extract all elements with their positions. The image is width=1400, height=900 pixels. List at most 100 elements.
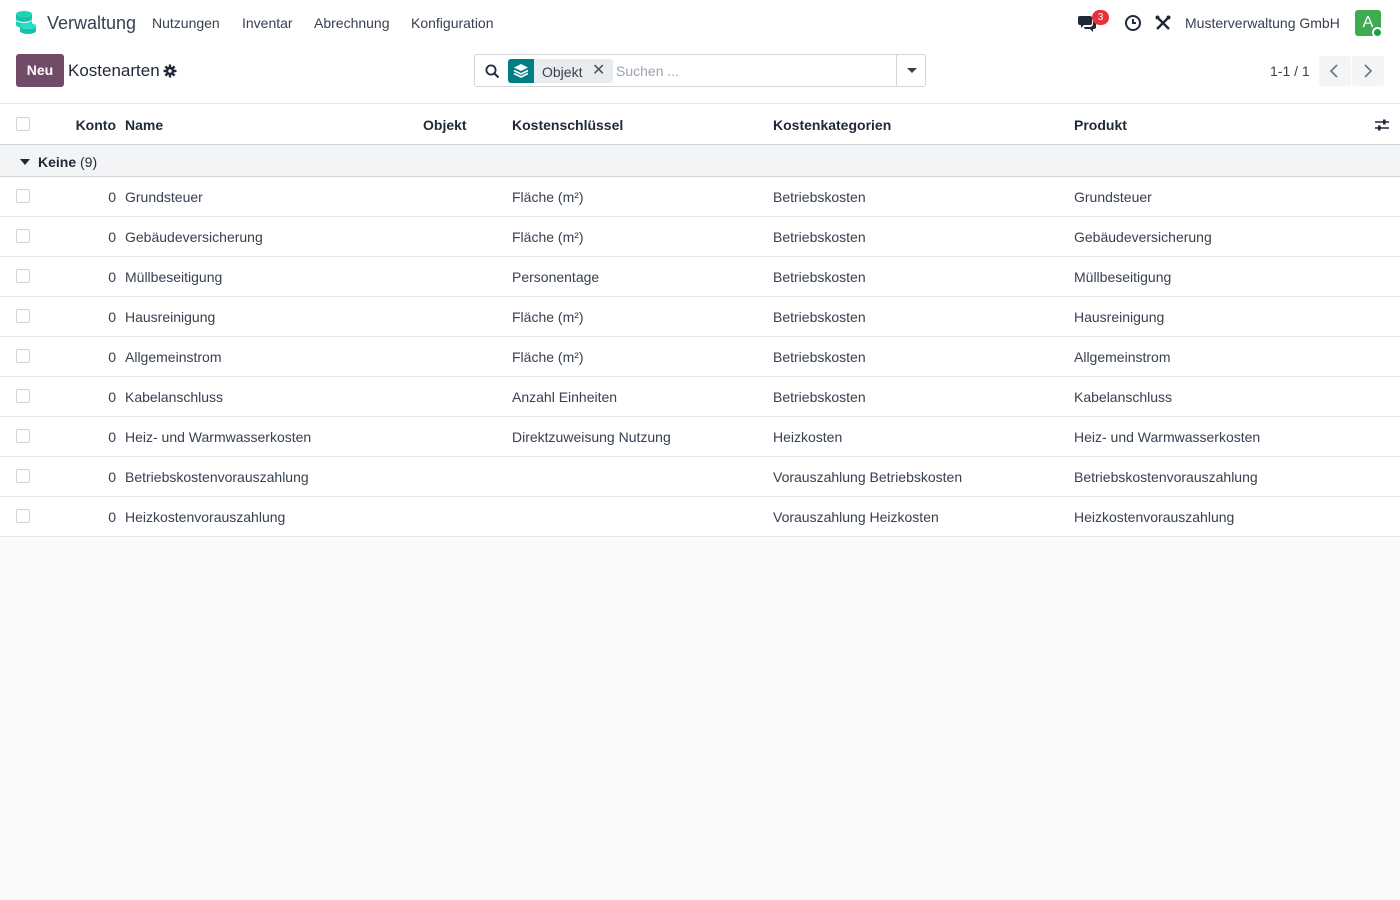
new-button[interactable]: Neu — [16, 54, 64, 87]
cell-produkt: Hausreinigung — [1074, 309, 1165, 325]
cell-name: Hausreinigung — [125, 309, 216, 325]
caret-down-icon — [907, 68, 917, 73]
group-label: Keine (9) — [38, 154, 97, 170]
cell-name: Grundsteuer — [125, 189, 203, 205]
column-header-produkt[interactable]: Produkt — [1074, 117, 1127, 133]
menu-item-inventar[interactable]: Inventar — [242, 15, 293, 31]
search-bar: Objekt ✕ — [474, 54, 926, 87]
group-name: Keine — [38, 154, 77, 170]
cell-kostenschluessel: Fläche (m²) — [512, 309, 584, 325]
cell-konto: 0 — [108, 229, 116, 245]
cell-kostenkategorie: Betriebskosten — [773, 309, 866, 325]
search-facet-objekt: Objekt ✕ — [508, 59, 613, 83]
row-checkbox[interactable] — [16, 469, 30, 483]
cell-konto: 0 — [108, 429, 116, 445]
table-row[interactable]: 0 Kabelanschluss Anzahl Einheiten Betriebsk… — [0, 377, 1400, 417]
row-checkbox[interactable] — [16, 509, 30, 523]
facet-remove-icon[interactable]: ✕ — [592, 63, 606, 79]
table-row[interactable]: 0 Betriebskostenvorauszahlung Vorauszahlun… — [0, 457, 1400, 497]
cell-kostenkategorie: Vorauszahlung Heizkosten — [773, 509, 939, 525]
chevron-right-icon — [1364, 64, 1373, 78]
table-row[interactable]: 0 Gebäudeversicherung Fläche (m²) Betriebsk… — [0, 217, 1400, 257]
tools-icon[interactable] — [1154, 14, 1172, 32]
row-checkbox[interactable] — [16, 229, 30, 243]
table-row[interactable]: 0 Müllbeseitigung Personentage Betriebskost… — [0, 257, 1400, 297]
row-checkbox[interactable] — [16, 309, 30, 323]
page-title: Kostenarten — [68, 61, 160, 80]
search-input[interactable] — [616, 60, 886, 82]
row-checkbox[interactable] — [16, 429, 30, 443]
column-header-kostenschluessel[interactable]: Kostenschlüssel — [512, 117, 623, 133]
pager-value[interactable]: 1-1 / 1 — [1270, 63, 1310, 79]
cell-name: Allgemeinstrom — [125, 349, 222, 365]
search-icon[interactable] — [485, 64, 500, 79]
cell-name: Heizkostenvorauszahlung — [125, 509, 286, 525]
chevron-left-icon — [1329, 64, 1338, 78]
app-name[interactable]: Verwaltung — [47, 13, 136, 34]
cell-name: Kabelanschluss — [125, 389, 224, 405]
layers-icon — [513, 64, 529, 78]
search-options-toggle[interactable] — [896, 55, 926, 86]
cell-kostenkategorie: Betriebskosten — [773, 269, 866, 285]
row-checkbox[interactable] — [16, 349, 30, 363]
app-logo-icon[interactable] — [14, 10, 38, 36]
menu-item-abrechnung[interactable]: Abrechnung — [314, 15, 390, 31]
top-navbar: Verwaltung Nutzungen Inventar Abrechnung… — [0, 0, 1400, 46]
menu-item-konfiguration[interactable]: Konfiguration — [411, 15, 494, 31]
column-settings-icon[interactable] — [1374, 117, 1390, 133]
cell-konto: 0 — [108, 509, 116, 525]
cell-produkt: Gebäudeversicherung — [1074, 229, 1212, 245]
cell-konto: 0 — [108, 349, 116, 365]
cell-kostenkategorie: Betriebskosten — [773, 389, 866, 405]
table-row[interactable]: 0 Hausreinigung Fläche (m²) Betriebskosten H… — [0, 297, 1400, 337]
column-header-konto[interactable]: Konto — [60, 117, 116, 133]
cell-produkt: Heiz- und Warmwasserkosten — [1074, 429, 1261, 445]
column-header-objekt[interactable]: Objekt — [423, 117, 467, 133]
table-header: Konto Name Objekt Kostenschlüssel Kosten… — [0, 104, 1400, 145]
column-header-name[interactable]: Name — [125, 117, 163, 133]
cell-kostenschluessel: Anzahl Einheiten — [512, 389, 618, 405]
cell-konto: 0 — [108, 309, 116, 325]
table-row[interactable]: 0 Allgemeinstrom Fläche (m²) Betriebskosten… — [0, 337, 1400, 377]
cell-kostenschluessel: Direktzuweisung Nutzung — [512, 429, 671, 445]
cell-konto: 0 — [108, 469, 116, 485]
cell-konto: 0 — [108, 189, 116, 205]
cell-name: Gebäudeversicherung — [125, 229, 263, 245]
cell-kostenschluessel: Fläche (m²) — [512, 349, 584, 365]
table-row[interactable]: 0 Grundsteuer Fläche (m²) Betriebskosten Gru… — [0, 177, 1400, 217]
select-all-checkbox[interactable] — [16, 117, 30, 131]
company-switcher[interactable]: Musterverwaltung GmbH — [1185, 15, 1340, 31]
cell-produkt: Müllbeseitigung — [1074, 269, 1172, 285]
row-checkbox[interactable] — [16, 269, 30, 283]
cell-name: Müllbeseitigung — [125, 269, 223, 285]
cell-kostenkategorie: Heizkosten — [773, 429, 843, 445]
cell-produkt: Kabelanschluss — [1074, 389, 1173, 405]
gear-icon[interactable] — [163, 64, 177, 78]
cell-produkt: Heizkostenvorauszahlung — [1074, 509, 1235, 525]
cell-konto: 0 — [108, 269, 116, 285]
table-row[interactable]: 0 Heiz- und Warmwasserkosten Direktzuweisu… — [0, 417, 1400, 457]
row-checkbox[interactable] — [16, 389, 30, 403]
cell-kostenkategorie: Betriebskosten — [773, 229, 866, 245]
chat-count-badge: 3 — [1092, 10, 1109, 25]
online-status-dot — [1372, 27, 1383, 38]
facet-label: Objekt — [542, 64, 583, 80]
control-panel: Neu Kostenarten Objekt ✕ Suchen ... 1-1 … — [0, 46, 1400, 104]
row-checkbox[interactable] — [16, 189, 30, 203]
clock-icon[interactable] — [1124, 14, 1142, 32]
facet-groupby-box — [508, 59, 534, 83]
pager-previous-button[interactable] — [1319, 56, 1351, 86]
cell-kostenkategorie: Betriebskosten — [773, 189, 866, 205]
table-row[interactable]: 0 Heizkostenvorauszahlung Vorauszahlung He… — [0, 497, 1400, 537]
menu-item-nutzungen[interactable]: Nutzungen — [152, 15, 220, 31]
caret-down-icon — [20, 159, 30, 165]
cell-produkt: Allgemeinstrom — [1074, 349, 1171, 365]
cell-konto: 0 — [108, 389, 116, 405]
cell-produkt: Betriebskostenvorauszahlung — [1074, 469, 1258, 485]
cell-kostenkategorie: Vorauszahlung Betriebskosten — [773, 469, 963, 485]
column-header-kostenkategorien[interactable]: Kostenkategorien — [773, 117, 891, 133]
group-row-keine[interactable]: Keine (9) — [0, 145, 1400, 177]
cell-name: Betriebskostenvorauszahlung — [125, 469, 309, 485]
group-count: (9) — [80, 154, 98, 170]
pager-next-button[interactable] — [1352, 56, 1384, 86]
